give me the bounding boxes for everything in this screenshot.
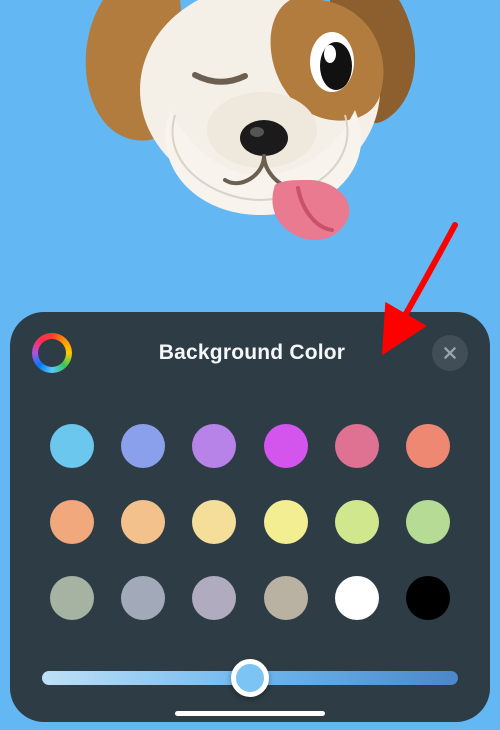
sheet-title: Background Color xyxy=(159,341,345,365)
slider-track xyxy=(42,671,458,685)
sheet-header: Background Color xyxy=(32,330,468,376)
color-swatch-lilac-gray[interactable] xyxy=(192,576,236,620)
brightness-slider[interactable] xyxy=(32,658,468,698)
color-swatch-butter[interactable] xyxy=(192,500,236,544)
color-wheel-button[interactable] xyxy=(32,333,72,373)
color-swatch-storm[interactable] xyxy=(121,576,165,620)
color-swatch-lavender[interactable] xyxy=(192,424,236,468)
color-swatch-periwinkle[interactable] xyxy=(121,424,165,468)
color-swatch-magenta[interactable] xyxy=(264,424,308,468)
memoji-dog xyxy=(80,0,420,260)
color-swatch-black[interactable] xyxy=(406,576,450,620)
color-swatch-lime[interactable] xyxy=(335,500,379,544)
color-swatch-peach[interactable] xyxy=(50,500,94,544)
color-swatch-coral[interactable] xyxy=(406,424,450,468)
color-swatch-grid xyxy=(32,424,468,620)
close-button[interactable] xyxy=(432,335,468,371)
slider-thumb[interactable] xyxy=(231,659,269,697)
color-swatch-sky-blue[interactable] xyxy=(50,424,94,468)
viewport: Background Color xyxy=(0,0,500,730)
close-icon xyxy=(442,345,458,361)
color-swatch-rose[interactable] xyxy=(335,424,379,468)
color-swatch-apricot[interactable] xyxy=(121,500,165,544)
color-swatch-sage[interactable] xyxy=(406,500,450,544)
color-swatch-taupe[interactable] xyxy=(264,576,308,620)
home-indicator[interactable] xyxy=(175,711,325,716)
color-swatch-lemon[interactable] xyxy=(264,500,308,544)
dog-illustration xyxy=(80,0,420,260)
memoji-preview-area xyxy=(0,0,500,300)
bottom-sheet: Background Color xyxy=(10,312,490,722)
color-swatch-moss[interactable] xyxy=(50,576,94,620)
color-swatch-white[interactable] xyxy=(335,576,379,620)
